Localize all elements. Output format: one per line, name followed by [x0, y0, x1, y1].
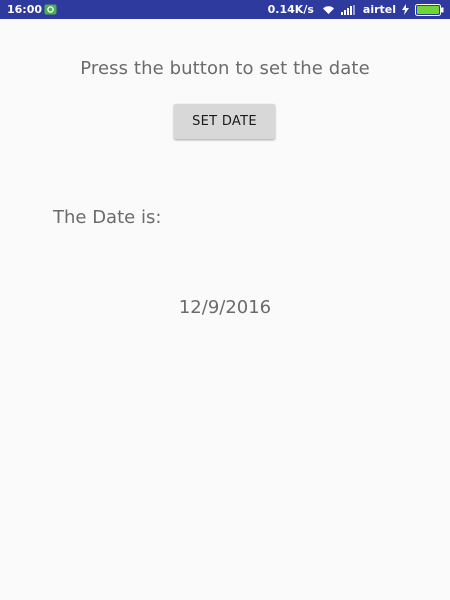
status-right-group: 0.14K/s airtel — [268, 2, 444, 17]
battery-icon — [415, 3, 444, 16]
set-date-button[interactable]: SET DATE — [174, 104, 275, 139]
instruction-text: Press the button to set the date — [80, 58, 370, 79]
notification-icon — [44, 4, 57, 15]
status-bar: 16:00 0.14K/s airtel — [0, 0, 450, 19]
signal-icon — [340, 4, 355, 15]
wifi-icon — [322, 5, 334, 14]
carrier-name: airtel — [362, 3, 396, 16]
network-speed: 0.14K/s — [267, 3, 314, 16]
date-label: The Date is: — [53, 207, 162, 228]
date-value: 12/9/2016 — [178, 297, 272, 318]
status-time: 16:00 — [7, 3, 43, 16]
charging-icon — [402, 4, 409, 15]
